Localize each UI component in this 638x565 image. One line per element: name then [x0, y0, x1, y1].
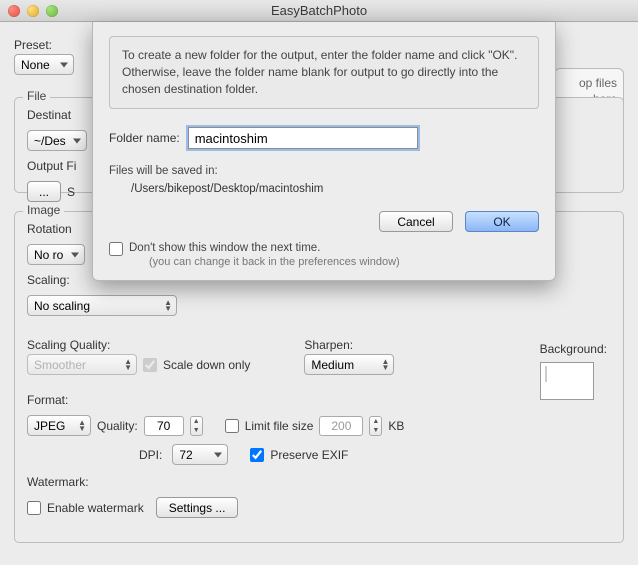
limit-file-size-label: Limit file size	[245, 419, 314, 433]
dpi-label: DPI:	[139, 448, 162, 462]
saved-in-path: /Users/bikepost/Desktop/macintoshim	[131, 183, 539, 195]
image-legend: Image	[23, 203, 64, 217]
sheet-info-text: To create a new folder for the output, e…	[109, 36, 539, 109]
sharpen-label: Sharpen:	[304, 338, 353, 352]
preset-label: Preset:	[14, 38, 52, 52]
scale-down-only-checkbox	[143, 358, 157, 372]
output-folder-sheet: To create a new folder for the output, e…	[92, 22, 556, 281]
destination-select[interactable]: ~/Des	[27, 130, 87, 151]
scaling-quality-select: Smoother	[27, 354, 137, 375]
format-select[interactable]: JPEG	[27, 415, 91, 436]
titlebar: EasyBatchPhoto	[0, 0, 638, 22]
preserve-exif-checkbox[interactable]	[250, 448, 264, 462]
folder-name-input[interactable]	[188, 127, 418, 149]
limit-size-stepper: ▲▼	[369, 416, 382, 436]
enable-watermark-checkbox[interactable]	[27, 501, 41, 515]
preserve-exif-label: Preserve EXIF	[270, 448, 348, 462]
output-label: Output Fi	[27, 159, 76, 173]
sharpen-select[interactable]: Medium	[304, 354, 394, 375]
background-label: Background:	[540, 342, 607, 356]
background-swatch[interactable]	[540, 362, 594, 400]
rotation-label: Rotation	[27, 222, 72, 236]
rotation-select[interactable]: No ro	[27, 244, 85, 265]
scaling-quality-label: Scaling Quality:	[27, 338, 110, 352]
quality-input[interactable]	[144, 416, 184, 436]
folder-name-label: Folder name:	[109, 131, 180, 145]
preset-select[interactable]: None	[14, 54, 74, 75]
dont-show-label: Don't show this window the next time.	[129, 242, 400, 254]
ok-button[interactable]: OK	[465, 211, 539, 232]
window-title: EasyBatchPhoto	[0, 3, 638, 18]
scaling-label: Scaling:	[27, 273, 70, 287]
file-legend: File	[23, 89, 50, 103]
quality-label: Quality:	[97, 419, 138, 433]
drop-zone-text-1: op files	[561, 75, 617, 91]
dpi-select[interactable]: 72	[172, 444, 228, 465]
destination-label: Destinat	[27, 108, 71, 122]
output-folder-button[interactable]: ...	[27, 181, 61, 202]
cancel-button[interactable]: Cancel	[379, 211, 453, 232]
saved-in-label: Files will be saved in:	[109, 165, 539, 177]
limit-file-size-checkbox[interactable]	[225, 419, 239, 433]
dont-show-checkbox[interactable]	[109, 242, 123, 256]
scale-down-only-label: Scale down only	[163, 358, 250, 372]
watermark-settings-button[interactable]: Settings ...	[156, 497, 239, 518]
watermark-label: Watermark:	[27, 475, 89, 489]
format-label: Format:	[27, 393, 68, 407]
scaling-select[interactable]: No scaling	[27, 295, 177, 316]
dont-show-sub: (you can change it back in the preferenc…	[149, 256, 400, 268]
quality-stepper[interactable]: ▲▼	[190, 416, 203, 436]
limit-unit-label: KB	[388, 419, 404, 433]
enable-watermark-label: Enable watermark	[47, 501, 144, 515]
save-label-trunc: S	[67, 185, 75, 199]
background-block: Background:	[540, 342, 607, 400]
limit-size-input	[319, 416, 363, 436]
